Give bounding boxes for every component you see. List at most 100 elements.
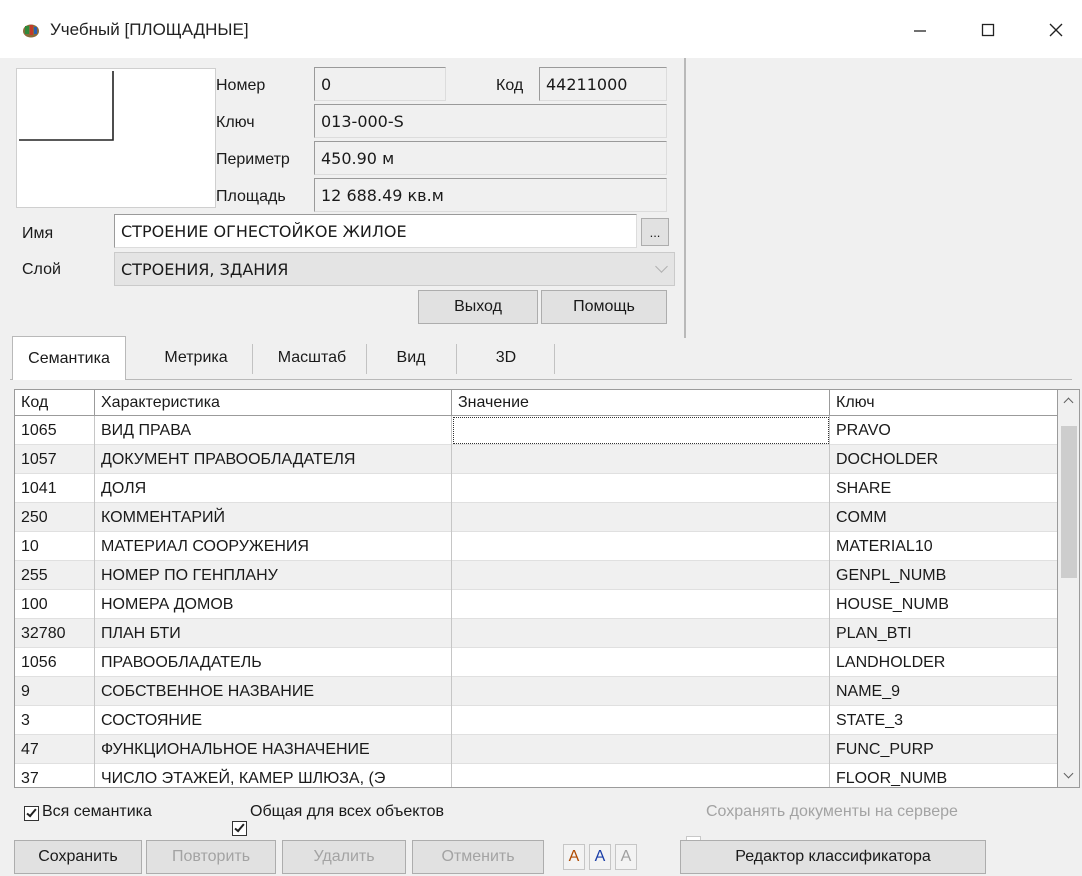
- cell-value[interactable]: [452, 735, 830, 764]
- column-header-value[interactable]: Значение: [452, 390, 830, 416]
- object-image-panel: [684, 58, 1080, 338]
- cell-key: FUNC_PURP: [836, 740, 934, 758]
- common-for-all-checkbox[interactable]: [232, 821, 247, 836]
- table-row[interactable]: 1065 ВИД ПРАВА PRAVO: [15, 416, 1057, 445]
- cell-key: GENPL_NUMB: [836, 566, 947, 584]
- cell-characteristic: СОБСТВЕННОЕ НАЗВАНИЕ: [95, 677, 452, 706]
- table-row[interactable]: 9 СОБСТВЕННОЕ НАЗВАНИЕ NAME_9: [15, 677, 1057, 706]
- tab-separator: [554, 344, 555, 374]
- cell-value[interactable]: [452, 648, 830, 677]
- table-row[interactable]: 3 СОСТОЯНИЕ STATE_3: [15, 706, 1057, 735]
- table-row[interactable]: 37 ЧИСЛО ЭТАЖЕЙ, КАМЕР ШЛЮЗА, (Э FLOOR_N…: [15, 764, 1057, 787]
- code-field[interactable]: 44211000: [539, 67, 667, 101]
- cell-value[interactable]: [452, 561, 830, 590]
- cell-value[interactable]: [452, 474, 830, 503]
- name-label: Имя: [22, 225, 54, 242]
- column-header-characteristic[interactable]: Характеристика: [95, 390, 452, 416]
- table-body: 1065 ВИД ПРАВА PRAVO 1057 ДОКУМЕНТ ПРАВО…: [15, 390, 1057, 787]
- classifier-editor-button[interactable]: Редактор классификатора: [680, 840, 986, 874]
- cell-code: 3: [15, 706, 95, 735]
- tab-semantics[interactable]: Семантика: [12, 336, 126, 380]
- delete-button[interactable]: Удалить: [282, 840, 406, 874]
- cell-characteristic: КОММЕНТАРИЙ: [95, 503, 452, 532]
- cell-value[interactable]: [452, 764, 830, 787]
- table-row[interactable]: 32780 ПЛАН БТИ PLAN_BTI: [15, 619, 1057, 648]
- font-color-button[interactable]: A: [563, 844, 585, 870]
- layer-combobox[interactable]: СТРОЕНИЯ, ЗДАНИЯ: [114, 252, 675, 286]
- cell-value[interactable]: [452, 706, 830, 735]
- table-row[interactable]: 255 НОМЕР ПО ГЕНПЛАНУ GENPL_NUMB: [15, 561, 1057, 590]
- semantics-table[interactable]: 1065 ВИД ПРАВА PRAVO 1057 ДОКУМЕНТ ПРАВО…: [14, 389, 1058, 788]
- cell-key: HOUSE_NUMB: [836, 595, 949, 613]
- minimize-button[interactable]: [894, 10, 946, 50]
- cell-characteristic: ПЛАН БТИ: [95, 619, 452, 648]
- cell-characteristic: СОСТОЯНИЕ: [95, 706, 452, 735]
- cell-key: PLAN_BTI: [836, 624, 912, 642]
- minimize-icon: [914, 30, 926, 32]
- tab-3d[interactable]: 3D: [460, 338, 552, 378]
- repeat-button[interactable]: Повторить: [146, 840, 276, 874]
- cell-value[interactable]: [452, 677, 830, 706]
- name-browse-button[interactable]: ...: [641, 218, 669, 246]
- all-semantics-checkbox[interactable]: [24, 806, 39, 821]
- save-on-server-label: Сохранять документы на сервере: [706, 803, 958, 820]
- font-style-button[interactable]: A: [589, 844, 611, 870]
- number-field[interactable]: 0: [314, 67, 446, 101]
- cell-value[interactable]: [452, 503, 830, 532]
- scroll-up-icon[interactable]: [1063, 397, 1074, 408]
- cell-characteristic: ФУНКЦИОНАЛЬНОЕ НАЗНАЧЕНИЕ: [95, 735, 452, 764]
- cell-value[interactable]: [452, 416, 830, 445]
- checkmark-icon: [234, 821, 245, 833]
- table-row[interactable]: 47 ФУНКЦИОНАЛЬНОЕ НАЗНАЧЕНИЕ FUNC_PURP: [15, 735, 1057, 764]
- area-label: Площадь: [216, 188, 286, 205]
- cell-characteristic: НОМЕР ПО ГЕНПЛАНУ: [95, 561, 452, 590]
- cell-code: 1041: [15, 474, 95, 503]
- table-row[interactable]: 1057 ДОКУМЕНТ ПРАВООБЛАДАТЕЛЯ DOCHOLDER: [15, 445, 1057, 474]
- help-button[interactable]: Помощь: [541, 290, 667, 324]
- maximize-icon: [981, 23, 995, 37]
- tab-metrics[interactable]: Метрика: [142, 338, 250, 378]
- table-row[interactable]: 1041 ДОЛЯ SHARE: [15, 474, 1057, 503]
- cell-code: 47: [15, 735, 95, 764]
- cell-key: MATERIAL10: [836, 537, 933, 555]
- app-icon: [23, 24, 39, 38]
- cell-key: NAME_9: [836, 682, 901, 700]
- cancel-button[interactable]: Отменить: [412, 840, 544, 874]
- table-row[interactable]: 10 МАТЕРИАЛ СООРУЖЕНИЯ MATERIAL10: [15, 532, 1057, 561]
- cell-characteristic: ДОКУМЕНТ ПРАВООБЛАДАТЕЛЯ: [95, 445, 452, 474]
- close-icon: [1049, 23, 1063, 37]
- maximize-button[interactable]: [962, 10, 1014, 50]
- tab-view[interactable]: Вид: [370, 338, 452, 378]
- cell-value[interactable]: [452, 619, 830, 648]
- table-row[interactable]: 1056 ПРАВООБЛАДАТЕЛЬ LANDHOLDER: [15, 648, 1057, 677]
- column-header-key[interactable]: Ключ: [830, 390, 1057, 416]
- save-button[interactable]: Сохранить: [14, 840, 142, 874]
- cell-characteristic: ЧИСЛО ЭТАЖЕЙ, КАМЕР ШЛЮЗА, (Э: [95, 764, 452, 787]
- layer-label: Слой: [22, 261, 61, 278]
- close-button[interactable]: [1030, 10, 1082, 50]
- key-field[interactable]: 013-000-S: [314, 104, 667, 138]
- area-field: 12 688.49 кв.м: [314, 178, 667, 212]
- code-label: Код: [496, 77, 524, 94]
- exit-button[interactable]: Выход: [418, 290, 538, 324]
- name-field[interactable]: СТРОЕНИЕ ОГНЕСТОЙКОЕ ЖИЛОЕ: [114, 214, 637, 248]
- table-scrollbar[interactable]: [1058, 389, 1080, 788]
- common-for-all-label: Общая для всех объектов: [250, 803, 445, 820]
- scroll-down-icon[interactable]: [1063, 768, 1074, 779]
- cell-characteristic: ДОЛЯ: [95, 474, 452, 503]
- tab-separator: [252, 344, 253, 374]
- cell-value[interactable]: [452, 590, 830, 619]
- cell-key: LANDHOLDER: [836, 653, 946, 671]
- cell-value[interactable]: [452, 445, 830, 474]
- table-row[interactable]: 100 НОМЕРА ДОМОВ HOUSE_NUMB: [15, 590, 1057, 619]
- cell-code: 1057: [15, 445, 95, 474]
- scrollbar-thumb[interactable]: [1061, 426, 1077, 578]
- cell-code: 255: [15, 561, 95, 590]
- cell-characteristic: МАТЕРИАЛ СООРУЖЕНИЯ: [95, 532, 452, 561]
- font-reset-button[interactable]: A: [615, 844, 637, 870]
- tab-scale[interactable]: Масштаб: [258, 338, 366, 378]
- column-header-code[interactable]: Код: [15, 390, 95, 416]
- table-row[interactable]: 250 КОММЕНТАРИЙ COMM: [15, 503, 1057, 532]
- cell-value[interactable]: [452, 532, 830, 561]
- tab-separator: [456, 344, 457, 374]
